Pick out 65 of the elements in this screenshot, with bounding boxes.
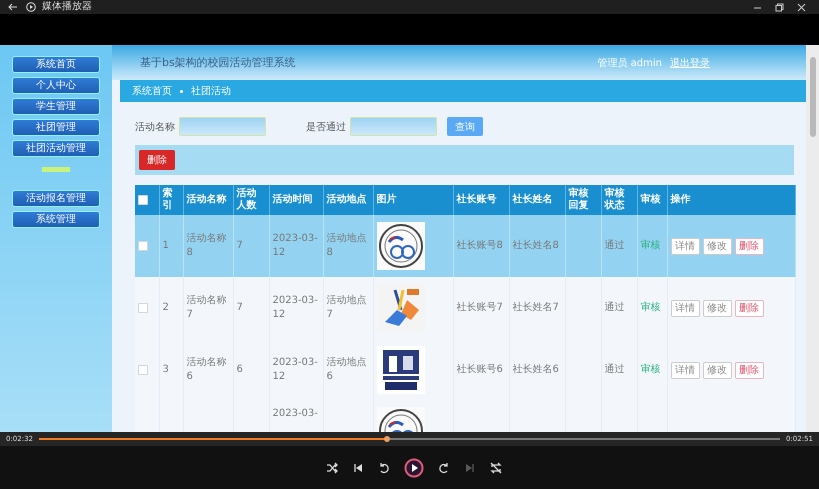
review-link[interactable]: 审核 <box>640 302 660 313</box>
table-cell: 社长姓名7 <box>509 277 565 339</box>
details-button[interactable]: 详情 <box>670 238 700 254</box>
delete-button[interactable]: 删除 <box>734 300 764 316</box>
delete-button[interactable]: 删除 <box>734 238 764 254</box>
table-cell: 2023-03-12 <box>269 339 323 401</box>
field-label: 活动名称 <box>135 120 175 134</box>
breadcrumb-link[interactable]: 系统首页 <box>132 84 172 98</box>
table-cell: 活动名称8 <box>183 215 233 277</box>
table-cell: 2023-03- <box>269 401 323 432</box>
column-header: 活动人数 <box>233 185 269 215</box>
table-cell: 社长账号8 <box>453 215 509 277</box>
table-cell: 活动地点7 <box>323 277 373 339</box>
table-cell: 7 <box>233 277 269 339</box>
details-button[interactable]: 详情 <box>670 362 700 378</box>
column-header: 活动名称 <box>183 185 233 215</box>
column-header: 审核状态 <box>601 185 637 215</box>
table-cell: 通过 <box>601 215 637 277</box>
table-cell: 2 <box>159 277 183 339</box>
table-cell: 活动地点6 <box>323 339 373 401</box>
column-header: 审核 <box>637 185 667 215</box>
edit-button[interactable]: 修改 <box>702 362 732 378</box>
sidebar-button[interactable]: 活动报名管理 <box>12 190 100 207</box>
review-link[interactable]: 审核 <box>640 364 660 375</box>
user-label: 管理员 admin <box>597 56 662 70</box>
table-cell: 社长姓名6 <box>509 339 565 401</box>
sidebar-button[interactable]: 社团活动管理 <box>12 140 100 157</box>
table-cell: 1 <box>159 215 183 277</box>
table-cell: 社长账号7 <box>453 277 509 339</box>
column-header: 索引 <box>159 185 183 215</box>
column-header: 活动地点 <box>323 185 373 215</box>
search-button[interactable]: 查询 <box>447 117 483 136</box>
column-header: 操作 <box>667 185 795 215</box>
sidebar-button[interactable]: 系统管理 <box>12 211 100 228</box>
table-cell: 6 <box>233 339 269 401</box>
system-title: 基于bs架构的校园活动管理系统 <box>140 55 296 70</box>
table-cell: 3 <box>159 339 183 401</box>
field-label: 是否通过 <box>306 120 346 134</box>
table-cell: 7 <box>233 215 269 277</box>
sidebar-button[interactable]: 学生管理 <box>12 98 100 115</box>
delete-button[interactable]: 删除 <box>139 150 175 170</box>
window-title: 媒体播放器 <box>42 1 92 13</box>
table-cell: 活动名称7 <box>183 277 233 339</box>
table-cell: 活动地点8 <box>323 215 373 277</box>
table-cell: 社长姓名8 <box>509 215 565 277</box>
delete-button[interactable]: 删除 <box>734 362 764 378</box>
column-header: 社长账号 <box>453 185 509 215</box>
table-cell: 通过 <box>601 277 637 339</box>
details-button[interactable]: 详情 <box>670 300 700 316</box>
table-cell: 2023-03-12 <box>269 277 323 339</box>
column-header: 活动时间 <box>269 185 323 215</box>
sidebar-button[interactable]: 系统首页 <box>12 56 100 73</box>
edit-button[interactable]: 修改 <box>702 300 732 316</box>
column-header: 审核回复 <box>565 185 601 215</box>
edit-button[interactable]: 修改 <box>702 238 732 254</box>
breadcrumb-link[interactable]: 社团活动 <box>191 84 231 98</box>
table-cell: 通过 <box>601 339 637 401</box>
table-row[interactable]: 2023-03- <box>135 401 795 432</box>
table-cell: 活动名称6 <box>183 339 233 401</box>
column-header: 社长姓名 <box>509 185 565 215</box>
table-cell: 2023-03-12 <box>269 215 323 277</box>
sidebar-button[interactable]: 社团管理 <box>12 119 100 136</box>
sidebar-button[interactable]: 个人中心 <box>12 77 100 94</box>
table-cell: 社长账号6 <box>453 339 509 401</box>
column-header: 图片 <box>373 185 453 215</box>
